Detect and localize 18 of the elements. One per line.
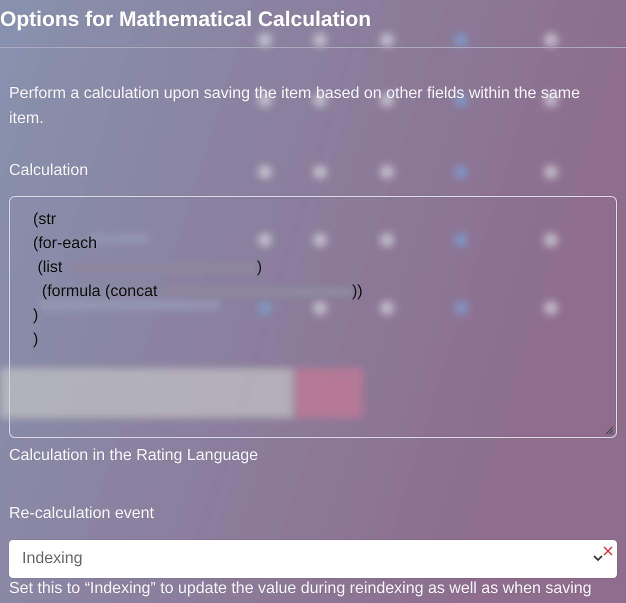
- help-text: Calculation in the Rating Language: [8, 446, 260, 466]
- code-line: (str: [33, 210, 56, 230]
- calculation-text-area[interactable]: (str (for-each (list ) (formula (concat )) ) ): [9, 196, 617, 438]
- code-line: ): [33, 330, 38, 350]
- description-text: Perform a calculation upon saving the item based on other fields within the same item.: [8, 84, 581, 129]
- code-line: ): [256, 258, 262, 278]
- code-line: ): [33, 306, 38, 326]
- code-line: )): [352, 282, 363, 302]
- resize-handle-icon[interactable]: [605, 426, 614, 435]
- code-line: (formula (concat: [40, 282, 158, 302]
- code-line: (for-each: [33, 234, 98, 254]
- code-line: (list: [36, 258, 64, 278]
- event-select[interactable]: Indexing: [9, 540, 617, 578]
- dialog-title: Options for Mathematical Calculation: [0, 9, 372, 30]
- chevron-down-icon: [593, 555, 603, 562]
- help-text: Set this to “Indexing” to update the value during reindexing as well as when saving: [8, 580, 593, 598]
- field-label: Re-calculation event: [8, 504, 155, 524]
- field-label: Calculation: [8, 161, 90, 181]
